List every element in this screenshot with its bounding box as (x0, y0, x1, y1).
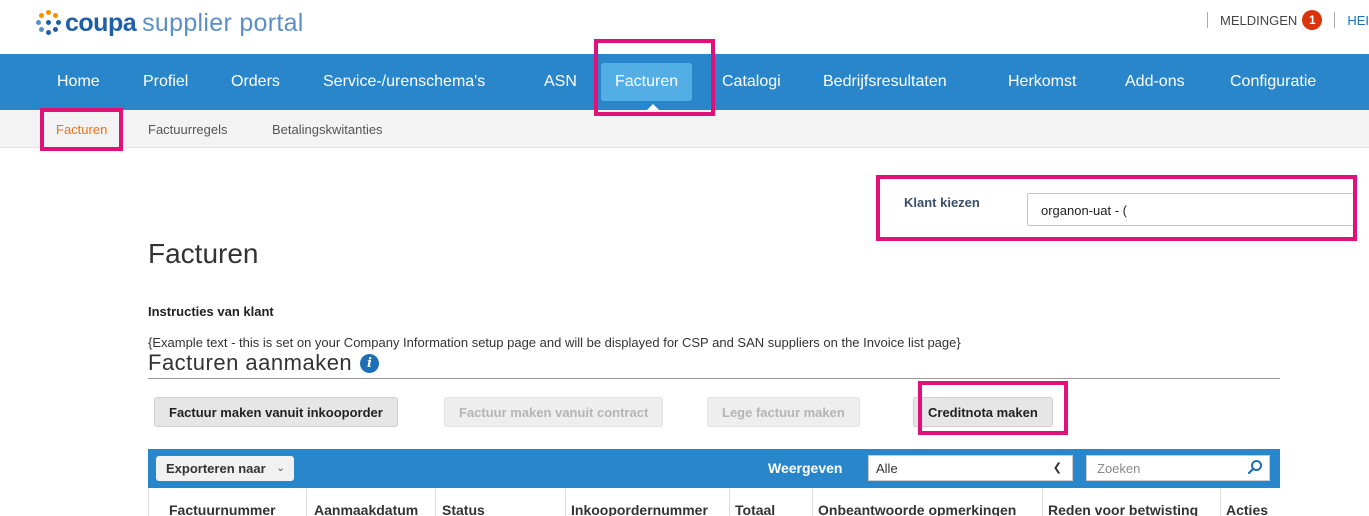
chevron-down-icon: ⌄ (276, 463, 285, 474)
nav-herkomst[interactable]: Herkomst (1008, 54, 1076, 110)
subnav-factuurregels[interactable]: Factuurregels (148, 122, 227, 137)
top-right-links: MELDINGEN 1 HEI (1195, 10, 1369, 30)
create-blank-invoice-button[interactable]: Lege factuur maken (707, 397, 860, 427)
column-divider (729, 488, 730, 516)
view-filter-select[interactable]: Alle ❮ (868, 455, 1073, 481)
column-header-acties: Acties (1226, 502, 1269, 516)
nav-home[interactable]: Home (57, 54, 100, 110)
customer-select[interactable]: organon-uat - ( (1027, 193, 1357, 226)
export-label: Exporteren naar (166, 461, 266, 476)
info-icon[interactable]: i (360, 353, 380, 373)
divider (1207, 12, 1209, 28)
page-title: Facturen (148, 238, 259, 269)
user-menu-link[interactable]: HEI (1347, 13, 1369, 28)
column-divider (435, 488, 436, 516)
notifications-badge[interactable]: 1 (1302, 10, 1323, 30)
nav-configuratie[interactable]: Configuratie (1230, 54, 1316, 110)
column-header-onbeantwoorde-opmerkingen[interactable]: Onbeantwoorde opmerkingen (818, 502, 1016, 516)
coupa-logo-icon (36, 10, 62, 36)
nav-catalogi[interactable]: Catalogi (722, 54, 781, 110)
column-divider (306, 488, 307, 516)
column-header-totaal[interactable]: Totaal (735, 502, 775, 516)
search-icon[interactable] (1247, 459, 1263, 475)
notifications-link[interactable]: MELDINGEN (1220, 13, 1297, 28)
sub-navigation: Facturen Factuurregels Betalingskwitanti… (0, 110, 1369, 148)
customer-select-label: Klant kiezen (904, 195, 980, 210)
logo-brand-text: coupa (65, 8, 137, 37)
view-filter-label: Weergeven (768, 460, 843, 476)
subnav-facturen[interactable]: Facturen (56, 122, 107, 137)
search-input[interactable]: Zoeken (1086, 455, 1270, 481)
top-header: coupa supplier portal MELDINGEN 1 HEI (0, 0, 1369, 54)
subnav-betalingskwitanties[interactable]: Betalingskwitanties (272, 122, 383, 137)
column-header-reden-voor-betwisting[interactable]: Reden voor betwisting (1048, 502, 1198, 516)
nav-add-ons[interactable]: Add-ons (1125, 54, 1185, 110)
nav-service-urenschemas[interactable]: Service-/urenschema's (323, 54, 485, 110)
create-invoices-title: Facturen aanmaken i (148, 350, 380, 376)
nav-profiel[interactable]: Profiel (143, 54, 188, 110)
instructions-title: Instructies van klant (148, 304, 274, 319)
column-divider (812, 488, 813, 516)
table-toolbar: Exporteren naar ⌄ Weergeven Alle ❮ Zoeke… (148, 449, 1280, 488)
coupa-logo[interactable]: coupa supplier portal (36, 9, 304, 37)
column-divider (1220, 488, 1221, 516)
nav-bedrijfsresultaten[interactable]: Bedrijfsresultaten (823, 54, 947, 110)
view-filter-value: Alle (876, 461, 898, 476)
nav-asn[interactable]: ASN (544, 54, 577, 110)
table-header: Factuurnummer Aanmaakdatum Status Inkoop… (148, 488, 1280, 516)
column-header-status[interactable]: Status (442, 502, 485, 516)
nav-orders[interactable]: Orders (231, 54, 280, 110)
chevron-down-icon: ❮ (1052, 462, 1062, 474)
logo-portal-text: supplier portal (142, 8, 304, 37)
search-placeholder: Zoeken (1097, 461, 1141, 476)
main-navigation: Home Profiel Orders Service-/urenschema'… (0, 54, 1369, 110)
export-dropdown[interactable]: Exporteren naar ⌄ (156, 456, 294, 481)
column-header-inkoopordernummer[interactable]: Inkoopordernummer (571, 502, 708, 516)
divider (1334, 12, 1336, 28)
section-divider (148, 378, 1280, 379)
column-divider (1042, 488, 1043, 516)
column-header-factuurnummer[interactable]: Factuurnummer (169, 502, 276, 516)
create-invoice-from-contract-button[interactable]: Factuur maken vanuit contract (444, 397, 664, 427)
create-credit-note-button[interactable]: Creditnota maken (913, 397, 1053, 427)
instructions-text: {Example text - this is set on your Comp… (148, 335, 961, 350)
create-invoices-title-text: Facturen aanmaken (148, 350, 353, 375)
column-header-aanmaakdatum[interactable]: Aanmaakdatum (314, 502, 418, 516)
create-invoice-from-po-button[interactable]: Factuur maken vanuit inkooporder (154, 397, 398, 427)
nav-facturen[interactable]: Facturen (601, 63, 693, 101)
column-divider (565, 488, 566, 516)
